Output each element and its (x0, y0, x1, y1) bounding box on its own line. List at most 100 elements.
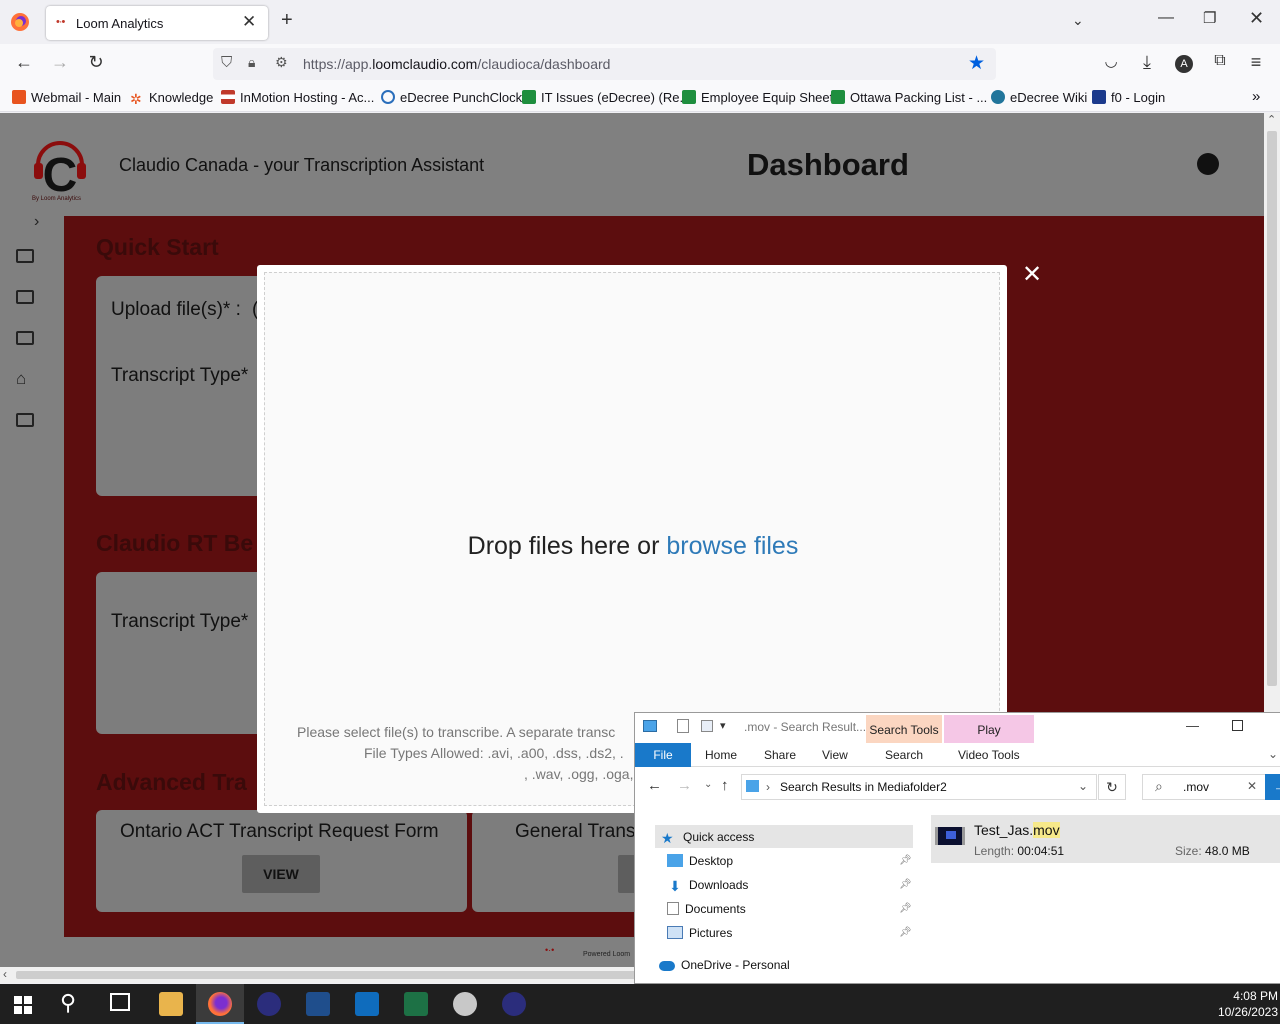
window-close-icon[interactable]: ✕ (1249, 8, 1264, 29)
paint-taskbar-icon[interactable] (453, 992, 477, 1016)
properties-qat-icon[interactable] (677, 719, 689, 733)
more-bookmarks-icon[interactable]: » (1252, 88, 1260, 105)
new-folder-qat-icon[interactable] (701, 720, 713, 732)
result-size: Size: 48.0 MB (1175, 844, 1250, 858)
explorer-back-icon[interactable]: ← (647, 777, 662, 794)
bookmark-item[interactable]: Webmail - Main (12, 90, 121, 105)
address-text[interactable]: Search Results in Mediafolder2 (780, 780, 947, 794)
ribbon-tab-search[interactable]: Search (885, 748, 923, 762)
bookmark-item[interactable]: eDecree PunchClock (381, 90, 522, 105)
list-tabs-chevron-icon[interactable]: ⌄ (1072, 12, 1084, 29)
file-explorer-taskbar-icon[interactable] (159, 992, 183, 1016)
excel-taskbar-icon[interactable] (404, 992, 428, 1016)
bookmark-item[interactable]: ✲ Knowledge (130, 90, 213, 106)
upload-label: Upload file(s)* : (111, 299, 241, 320)
forward-icon[interactable]: → (48, 52, 72, 73)
sidebar-list-icon[interactable] (16, 331, 34, 345)
nav-pictures[interactable]: Pictures (667, 926, 732, 940)
qat-dropdown-icon[interactable]: ▾ (720, 719, 726, 732)
search-icon[interactable]: ⚲ (60, 990, 76, 1016)
ribbon-tab-share[interactable]: Share (764, 748, 796, 762)
explorer-maximize-icon[interactable] (1232, 720, 1243, 731)
url-text[interactable]: https://app.loomclaudio.com/claudioca/da… (303, 56, 610, 72)
powershell-taskbar-icon[interactable] (306, 992, 330, 1016)
nav-onedrive[interactable]: OneDrive - Personal (659, 958, 790, 972)
webex-meetings-taskbar-icon[interactable] (502, 992, 526, 1016)
explorer-forward-icon[interactable]: → (677, 777, 692, 794)
search-input[interactable]: .mov (1183, 780, 1209, 794)
sidebar-report-icon[interactable] (16, 413, 34, 427)
modal-close-icon[interactable]: ✕ (1022, 260, 1042, 289)
ontario-act-title: Ontario ACT Transcript Request Form (120, 821, 439, 842)
address-dropdown-icon[interactable]: ⌄ (1078, 779, 1088, 793)
menu-icon[interactable]: ≡ (1244, 52, 1268, 73)
back-icon[interactable]: ← (12, 52, 36, 73)
bookmark-item[interactable]: Employee Equip Sheet (682, 90, 833, 105)
url-bar[interactable]: ⛉ 🔒︎ ⚙ https://app.loomclaudio.com/claud… (213, 48, 996, 80)
firefox-icon[interactable] (8, 10, 32, 34)
lock-icon[interactable]: 🔒︎ (248, 54, 255, 71)
webex-taskbar-icon[interactable] (257, 992, 281, 1016)
ribbon-tab-file[interactable]: File (635, 743, 691, 767)
reload-icon[interactable]: ↻ (84, 52, 108, 73)
scroll-left-icon[interactable]: ‹ (3, 967, 7, 981)
recent-locations-icon[interactable]: ⌄ (704, 779, 712, 790)
tab-close-icon[interactable]: ✕ (242, 12, 256, 32)
pictures-icon (667, 926, 683, 939)
windows-start-icon[interactable] (14, 996, 32, 1014)
refresh-icon[interactable]: ↻ (1098, 774, 1126, 800)
sidebar-store-icon[interactable] (16, 249, 34, 263)
bookmark-star-icon[interactable]: ★ (968, 52, 985, 75)
firefox-taskbar-active[interactable] (196, 984, 244, 1024)
browser-tab-active[interactable]: •·• Loom Analytics ✕ (46, 6, 268, 40)
pf-icon (1092, 90, 1106, 104)
extensions-icon[interactable]: ⧉ (1208, 52, 1232, 70)
nav-desktop[interactable]: Desktop (667, 854, 733, 868)
window-minimize-icon[interactable]: — (1158, 9, 1174, 27)
taskbar-clock[interactable]: 4:08 PM 10/26/2023 (1208, 988, 1278, 1020)
explorer-up-icon[interactable]: ↑ (721, 777, 729, 794)
bookmark-item[interactable]: IT Issues (eDecree) (Re... (522, 90, 690, 105)
ribbon-tab-home[interactable]: Home (705, 748, 737, 762)
breadcrumb-chevron-icon[interactable]: › (766, 780, 770, 794)
outlook-taskbar-icon[interactable] (355, 992, 379, 1016)
permissions-icon[interactable]: ⚙ (275, 54, 288, 71)
nav-documents[interactable]: Documents (667, 902, 746, 916)
ribbon-expand-icon[interactable]: ⌄ (1268, 747, 1278, 761)
nav-quick-access[interactable]: ★ Quick access (661, 830, 754, 845)
search-go-button[interactable]: → (1265, 774, 1280, 800)
nav-downloads[interactable]: ⬇ Downloads (667, 878, 748, 893)
pocket-icon[interactable]: ◡ (1099, 52, 1123, 70)
explorer-search-box[interactable]: ⌕ .mov ✕ (1142, 774, 1268, 800)
account-avatar-icon[interactable]: A (1175, 55, 1193, 73)
cloud-icon (659, 961, 675, 971)
search-result-item[interactable]: Test_Jas.mov Length: 00:04:51 Size: 48.0… (931, 815, 1280, 863)
shield-icon[interactable]: ⛉ (221, 54, 232, 71)
bookmark-item[interactable]: Ottawa Packing List - ... (831, 90, 987, 105)
cpanel-icon (12, 90, 26, 104)
user-account-icon[interactable] (1197, 153, 1219, 175)
downloads-icon[interactable]: ⤓ (1135, 52, 1159, 73)
scroll-up-icon[interactable]: ⌃ (1267, 113, 1276, 126)
new-tab-icon[interactable]: + (281, 9, 293, 32)
sidebar-monitor-icon[interactable] (16, 290, 34, 304)
clear-search-icon[interactable]: ✕ (1247, 779, 1257, 793)
scroll-thumb[interactable] (1267, 131, 1277, 686)
browse-files-link[interactable]: browse files (666, 532, 798, 560)
task-view-icon[interactable] (110, 993, 130, 1011)
explorer-address-bar[interactable]: › Search Results in Mediafolder2 ⌄ (741, 774, 1097, 800)
bookmark-item[interactable]: f0 - Login (1092, 90, 1165, 105)
star-icon: ★ (661, 830, 674, 846)
window-restore-icon[interactable]: ❐ (1203, 9, 1216, 27)
upload-hint-line2: File Types Allowed: .avi, .a00, .dss, .d… (364, 745, 624, 761)
ribbon-tab-view[interactable]: View (822, 748, 848, 762)
sidebar-expand-icon[interactable]: › (34, 213, 39, 231)
ribbon-tab-video-tools[interactable]: Video Tools (958, 748, 1020, 762)
sidebar-tags-icon[interactable]: ⌂ (16, 369, 26, 389)
explorer-minimize-icon[interactable]: — (1186, 718, 1199, 733)
sheets-icon (682, 90, 696, 104)
bookmark-item[interactable]: InMotion Hosting - Ac... (221, 90, 374, 105)
view-button[interactable]: VIEW (242, 855, 320, 893)
bookmark-item[interactable]: eDecree Wiki (991, 90, 1087, 105)
pin-icon: 📌︎ (899, 903, 912, 914)
